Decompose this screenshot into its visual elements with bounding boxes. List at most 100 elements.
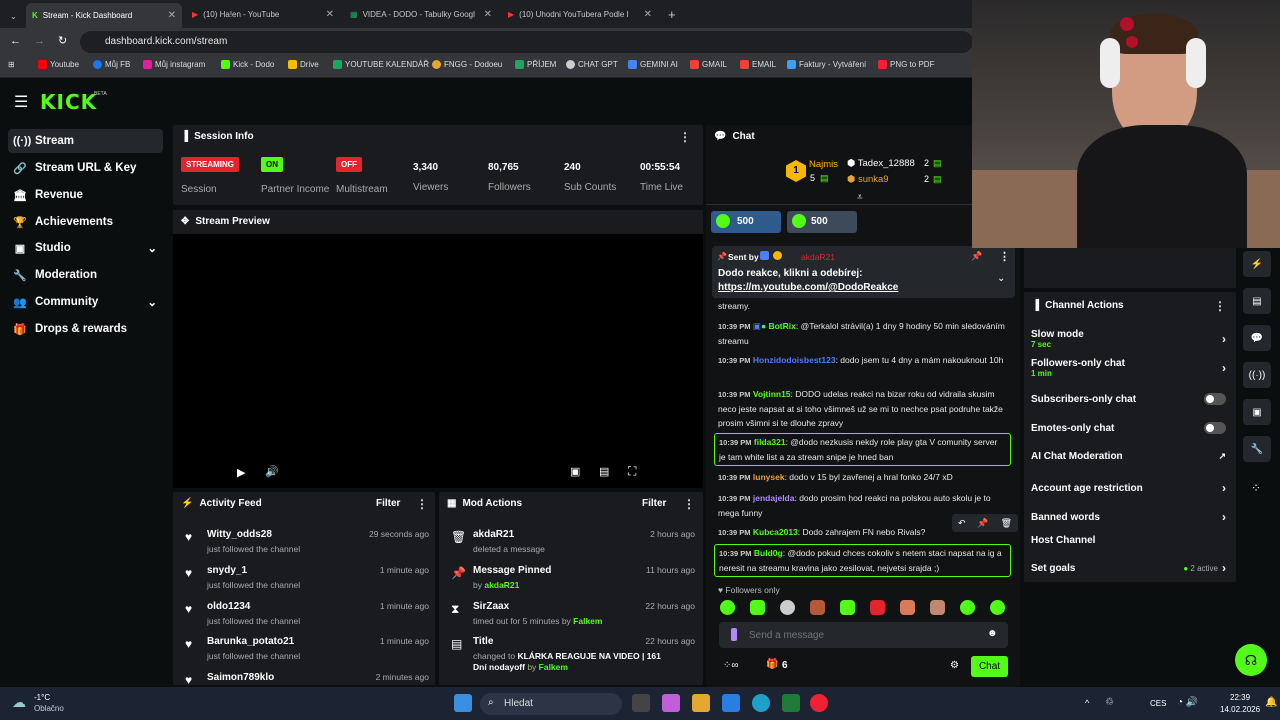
bookmark-chatgpt[interactable]: CHAT GPT bbox=[566, 60, 618, 69]
explorer-icon[interactable] bbox=[692, 694, 710, 712]
kebab-icon[interactable]: ⋮ bbox=[683, 497, 695, 511]
bookmark-email[interactable]: EMAIL bbox=[740, 60, 776, 69]
close-icon[interactable]: ✕ bbox=[484, 9, 492, 20]
apps-icon[interactable]: ⊞ bbox=[8, 60, 15, 69]
ai-moderation-row[interactable]: AI Chat Moderation ↗ bbox=[1031, 451, 1226, 462]
clock-time[interactable]: 22:39 bbox=[1230, 693, 1250, 702]
tab-youtube-2[interactable]: ▶ (10) Uhodni YouTubera Podle I ✕ bbox=[502, 4, 658, 24]
url-input[interactable]: dashboard.kick.com/stream bbox=[80, 31, 973, 53]
sidebar-item-drops[interactable]: 🎁 Drops & rewards bbox=[8, 317, 163, 341]
bookmark-gemini[interactable]: GEMINI AI bbox=[628, 60, 678, 69]
kebab-icon[interactable]: ⋮ bbox=[999, 250, 1010, 263]
bookmark-png-pdf[interactable]: PNG to PDF bbox=[878, 60, 934, 69]
pin-icon[interactable]: 📌 bbox=[971, 251, 982, 262]
play-icon[interactable]: ▶ bbox=[237, 466, 245, 479]
set-goals-row[interactable]: Set goals ● 2 active › bbox=[1031, 561, 1226, 575]
emote-icon[interactable] bbox=[840, 600, 855, 615]
bookmark-fb[interactable]: Můj FB bbox=[93, 60, 130, 69]
taskbar-search[interactable]: Hledat bbox=[480, 693, 622, 715]
top-gifter-name[interactable]: Najmis bbox=[809, 159, 838, 170]
bookmark-kick[interactable]: Kick - Dodo bbox=[221, 60, 274, 69]
chat-send-button[interactable]: Chat bbox=[971, 656, 1008, 677]
tab-youtube-1[interactable]: ▶ (10) Ha!en - YouTube ✕ bbox=[186, 4, 340, 24]
sidebar-item-community[interactable]: 👥 Community ⌄ bbox=[8, 290, 163, 314]
bookmark-drive[interactable]: Drive bbox=[288, 60, 319, 69]
chat-bubble-icon[interactable]: 💬 bbox=[1243, 325, 1271, 351]
emote-icon[interactable] bbox=[810, 600, 825, 615]
gear-icon[interactable]: ⚙ bbox=[950, 660, 959, 671]
emote-icon[interactable] bbox=[870, 600, 885, 615]
emote-icon[interactable] bbox=[900, 600, 915, 615]
layout-icon[interactable]: ▣ bbox=[1243, 399, 1271, 425]
tab-list-button[interactable]: ⌄ bbox=[4, 6, 20, 26]
bookmark-prijem[interactable]: PŘÍJEM bbox=[515, 60, 556, 69]
notification-icon[interactable]: 🔔 bbox=[1265, 697, 1277, 708]
pin-icon[interactable]: 📌 bbox=[977, 518, 988, 529]
sidebar-item-achievements[interactable]: 🏆 Achievements bbox=[8, 210, 163, 234]
bookmark-gmail[interactable]: GMAIL bbox=[690, 60, 727, 69]
close-icon[interactable]: ✕ bbox=[326, 9, 334, 20]
bolt-icon[interactable]: ⚡ bbox=[1243, 251, 1271, 277]
help-icon[interactable]: ☊ bbox=[1235, 644, 1267, 676]
tray-icon[interactable]: ♲ bbox=[1105, 697, 1114, 708]
chat-input[interactable] bbox=[749, 626, 979, 644]
emote-icon[interactable] bbox=[750, 600, 765, 615]
sidebar-item-stream[interactable]: ((·)) Stream bbox=[8, 129, 163, 153]
broadcast-icon[interactable]: ((·)) bbox=[1243, 362, 1271, 388]
mod-filter-button[interactable]: Filter bbox=[642, 498, 666, 509]
collapse-icon[interactable]: ⩡ bbox=[857, 192, 863, 203]
slow-mode-row[interactable]: Slow mode 7 sec › bbox=[1031, 329, 1226, 349]
host-channel-row[interactable]: Host Channel bbox=[1031, 535, 1226, 546]
emoji-icon[interactable]: ☻ bbox=[987, 628, 998, 639]
points-icon[interactable]: ⁘∞ bbox=[723, 660, 739, 671]
undo-icon[interactable]: ↶ bbox=[958, 518, 966, 529]
task-view-icon[interactable] bbox=[632, 694, 650, 712]
banned-words-row[interactable]: Banned words › bbox=[1031, 510, 1226, 524]
people-icon[interactable]: ⁘ bbox=[1251, 481, 1261, 495]
pinned-link[interactable]: https://m.youtube.com/@DodoReakce bbox=[718, 282, 898, 293]
pip-icon[interactable]: ▣ bbox=[570, 465, 580, 478]
menu-icon[interactable]: ☰ bbox=[14, 92, 28, 112]
bookmark-youtube[interactable]: Youtube bbox=[38, 60, 79, 69]
language-indicator[interactable]: CES bbox=[1150, 699, 1166, 708]
emote-icon[interactable] bbox=[780, 600, 795, 615]
close-icon[interactable]: ✕ bbox=[644, 9, 652, 20]
kebab-icon[interactable]: ⋮ bbox=[1214, 299, 1226, 313]
forward-icon[interactable]: → bbox=[34, 35, 45, 47]
sidebar-item-stream-url[interactable]: 🔗 Stream URL & Key bbox=[8, 156, 163, 180]
back-icon[interactable]: ← bbox=[10, 35, 21, 47]
bookmark-fngg[interactable]: FNGG - Dodoeu bbox=[432, 60, 502, 69]
reload-icon[interactable]: ↻ bbox=[58, 34, 67, 47]
fullscreen-icon[interactable]: ⛶ bbox=[628, 464, 636, 479]
kebab-icon[interactable]: ⋮ bbox=[416, 497, 428, 511]
copilot-icon[interactable] bbox=[662, 694, 680, 712]
emotes-only-toggle[interactable] bbox=[1204, 422, 1226, 434]
app-icon[interactable] bbox=[782, 694, 800, 712]
sidebar-item-studio[interactable]: ▣ Studio ⌄ bbox=[8, 236, 163, 260]
trash-icon[interactable]: 🗑 bbox=[1001, 518, 1012, 529]
activity-filter-button[interactable]: Filter bbox=[376, 498, 400, 509]
emotes-only-row[interactable]: Emotes-only chat bbox=[1031, 422, 1226, 434]
edge-icon[interactable] bbox=[752, 694, 770, 712]
theater-icon[interactable]: ▤ bbox=[599, 465, 609, 478]
followers-only-row[interactable]: Followers-only chat 1 min › bbox=[1031, 358, 1226, 378]
clock-date[interactable]: 14.02.2026 bbox=[1220, 705, 1260, 714]
subscribers-only-toggle[interactable] bbox=[1204, 393, 1226, 405]
new-tab-button[interactable]: + bbox=[662, 4, 682, 24]
bookmark-faktury[interactable]: Faktury - Vytváření bbox=[787, 60, 866, 69]
mail-icon[interactable] bbox=[722, 694, 740, 712]
chevron-down-icon[interactable]: ⌄ bbox=[997, 273, 1005, 284]
emote-icon[interactable] bbox=[990, 600, 1005, 615]
wrench-icon[interactable]: 🔧 bbox=[1243, 436, 1271, 462]
windows-start-icon[interactable] bbox=[454, 694, 472, 712]
gift-icon[interactable]: 🎁 bbox=[766, 659, 778, 670]
account-age-row[interactable]: Account age restriction › bbox=[1031, 481, 1226, 495]
tab-sheets[interactable]: ▦ VIDEA - DODO - Tabulky Googl ✕ bbox=[344, 4, 498, 24]
close-icon[interactable]: ✕ bbox=[168, 10, 176, 21]
emote-icon[interactable] bbox=[930, 600, 945, 615]
subscribers-only-row[interactable]: Subscribers-only chat bbox=[1031, 393, 1226, 405]
wifi-icon[interactable]: ◔ 🔊 bbox=[1177, 697, 1198, 708]
kick-logo[interactable]: KICK bbox=[40, 90, 97, 114]
tab-kick-dashboard[interactable]: K Stream - Kick Dashboard ✕ bbox=[26, 3, 182, 28]
bookmark-instagram[interactable]: Můj instagram bbox=[143, 60, 205, 69]
